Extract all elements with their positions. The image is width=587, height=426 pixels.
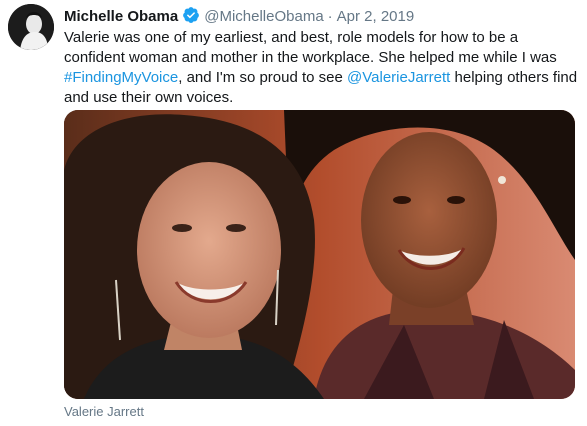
tweet-photo[interactable] bbox=[64, 110, 575, 399]
hashtag-link[interactable]: #FindingMyVoice bbox=[64, 69, 178, 86]
tweet-header: Michelle Obama @MichelleObama · Apr 2, 2019 bbox=[64, 6, 414, 30]
author-name[interactable]: Michelle Obama bbox=[64, 8, 178, 25]
tweet-text-part: Valerie was one of my earliest, and best… bbox=[64, 29, 557, 66]
verified-badge-icon bbox=[182, 6, 200, 30]
separator-dot: · bbox=[327, 8, 333, 25]
tweet-text: Valerie was one of my earliest, and best… bbox=[64, 28, 579, 108]
mention-link[interactable]: @ValerieJarrett bbox=[347, 69, 450, 86]
avatar[interactable] bbox=[8, 4, 54, 50]
tweet-text-part: , and I'm so proud to see bbox=[178, 69, 348, 86]
author-handle[interactable]: @MichelleObama bbox=[204, 8, 323, 25]
photo-tag[interactable]: Valerie Jarrett bbox=[64, 404, 144, 420]
tweet-date[interactable]: Apr 2, 2019 bbox=[337, 8, 415, 25]
